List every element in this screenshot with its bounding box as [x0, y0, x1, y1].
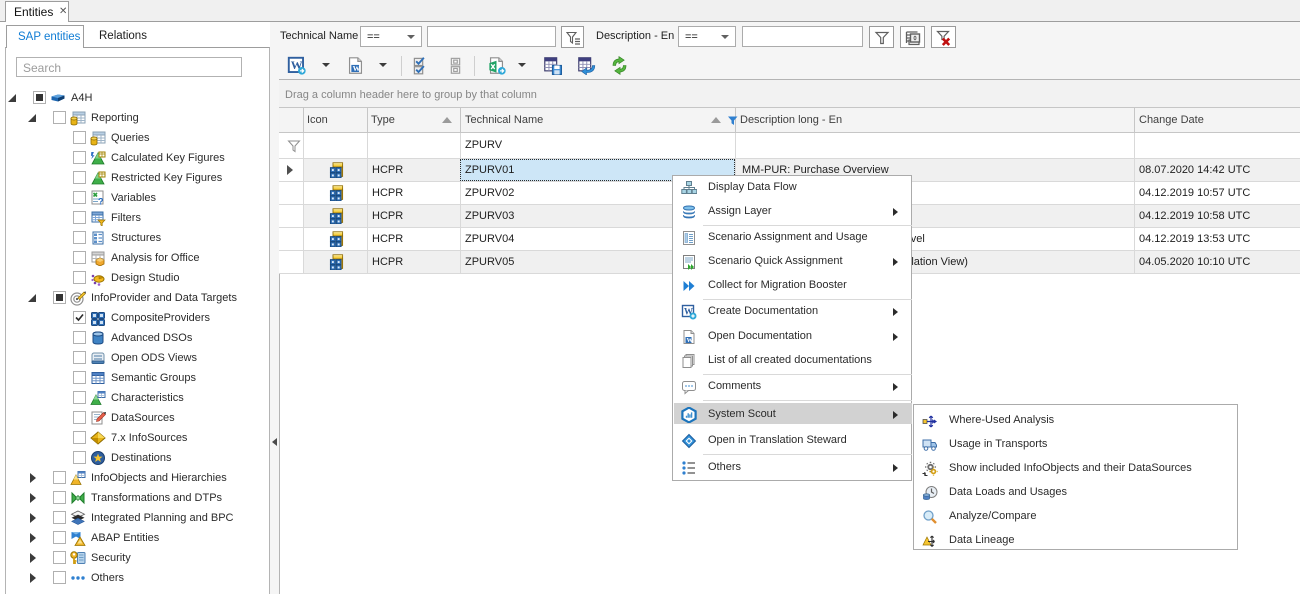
svg-text:W: W — [687, 337, 694, 344]
svg-text:W: W — [353, 64, 361, 73]
svg-text:?: ? — [98, 197, 104, 207]
